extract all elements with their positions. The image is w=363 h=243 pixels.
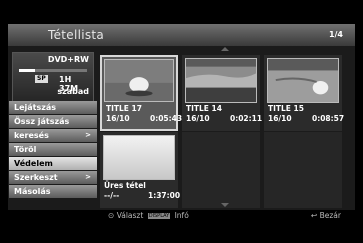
- return-icon: ↩: [310, 211, 318, 220]
- title-duration: 1:37:00: [148, 191, 181, 200]
- title-date-duration: --/-- 1:37:00: [104, 191, 180, 200]
- info-hint: Infó: [174, 211, 189, 220]
- menu-item-label: Össz játszás: [14, 116, 70, 126]
- close-hint: Bezár: [319, 211, 341, 220]
- menu-item-edit[interactable]: Szerkeszt >: [9, 170, 97, 185]
- menu-item-label: Lejátszás: [14, 103, 57, 112]
- title-date-duration: 16/10 0:08:57: [268, 114, 344, 123]
- page-title: Tétellista: [48, 28, 105, 42]
- empty-grid-cell: [264, 132, 342, 208]
- menu-item-label: Szerkeszt: [14, 172, 58, 182]
- title-date-duration: 16/10 0:02:11: [186, 114, 262, 123]
- menu-item-copy[interactable]: Másolás: [9, 184, 97, 199]
- disc-type: DVD+RW: [47, 55, 89, 64]
- menu-item-play[interactable]: Lejátszás: [9, 101, 97, 115]
- empty-grid-cell: [182, 132, 260, 208]
- recording-mode-badge: SP: [35, 75, 48, 83]
- scroll-up-icon[interactable]: [221, 47, 229, 51]
- menu-item-label: Töröl: [14, 144, 37, 154]
- title-date: 16/10: [106, 114, 130, 123]
- help-select-info: ⊙ Választ DISPLAY Infó: [108, 211, 189, 220]
- title-name: TITLE 15: [268, 104, 304, 113]
- title-thumbnail[interactable]: TITLE 15 16/10 0:08:57: [264, 55, 344, 131]
- scroll-down-icon[interactable]: [221, 203, 229, 207]
- disc-usage-bar: [19, 69, 87, 72]
- title-duration: 0:08:57: [312, 114, 345, 123]
- menu-item-play-all[interactable]: Össz játszás: [9, 114, 97, 129]
- header-bar: Tétellista 1/4: [8, 24, 355, 47]
- menu-item-label: keresés: [14, 130, 49, 140]
- menu-item-search[interactable]: keresés >: [9, 128, 97, 143]
- title-name: TITLE 17: [106, 104, 142, 113]
- disc-free-label: szabad: [57, 87, 89, 96]
- title-date: 16/10: [186, 114, 210, 123]
- title-date: --/--: [104, 191, 120, 200]
- empty-title-slot[interactable]: Üres tétel --/-- 1:37:00: [100, 132, 180, 208]
- title-14-thumbnail: [185, 58, 257, 103]
- menu-item-delete[interactable]: Töröl: [9, 142, 97, 157]
- title-date: 16/10: [268, 114, 292, 123]
- page-indicator: 1/4: [328, 30, 343, 39]
- help-close: ↩ Bezár: [311, 211, 341, 220]
- title-duration: 0:05:43: [150, 114, 183, 123]
- title-name: Üres tétel: [104, 181, 146, 190]
- disc-usage-fill: [19, 69, 35, 72]
- menu-item-protect[interactable]: Védelem: [9, 156, 97, 171]
- help-bar: ⊙ Választ DISPLAY Infó ↩ Bezár: [8, 210, 355, 223]
- options-menu: Lejátszás Össz játszás keresés > Töröl Vé…: [9, 101, 97, 199]
- title-15-thumbnail: [267, 58, 339, 103]
- empty-title-thumbnail: [103, 135, 175, 180]
- title-17-thumbnail: [104, 59, 174, 102]
- title-list-screen: Tétellista 1/4 DVD+RW SP 1H 37M szabad L…: [0, 0, 363, 243]
- title-date-duration: 16/10 0:05:43: [106, 114, 182, 123]
- title-duration: 0:02:11: [230, 114, 263, 123]
- title-name: TITLE 14: [186, 104, 222, 113]
- disc-info-panel: DVD+RW SP 1H 37M szabad: [12, 52, 94, 102]
- select-button-icon: ⊙: [108, 211, 115, 220]
- display-button-badge: DISPLAY: [147, 213, 171, 219]
- menu-item-label: Másolás: [14, 186, 51, 196]
- submenu-arrow-icon: >: [85, 130, 91, 139]
- menu-item-label: Védelem: [14, 158, 53, 168]
- submenu-arrow-icon: >: [85, 172, 91, 181]
- select-hint: Választ: [116, 211, 144, 220]
- title-thumbnail-selected[interactable]: TITLE 17 16/10 0:05:43: [100, 55, 182, 131]
- title-thumbnail[interactable]: TITLE 14 16/10 0:02:11: [182, 55, 262, 131]
